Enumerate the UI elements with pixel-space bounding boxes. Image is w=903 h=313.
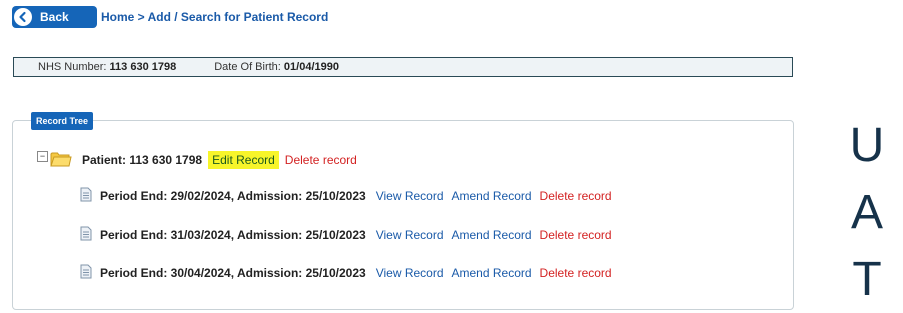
document-icon — [80, 226, 92, 244]
back-label: Back — [40, 10, 69, 24]
record-tree-title: Record Tree — [31, 112, 94, 130]
period-row: Period End: 30/04/2024, Admission: 25/10… — [80, 264, 612, 282]
collapse-toggle-icon[interactable]: − — [37, 150, 48, 162]
view-record-link[interactable]: View Record — [376, 266, 444, 280]
breadcrumb-current: Add / Search for Patient Record — [147, 10, 329, 24]
patient-label: Patient: 113 630 1798 — [82, 153, 203, 167]
breadcrumb: Home > Add / Search for Patient Record — [101, 10, 328, 24]
amend-record-link[interactable]: Amend Record — [452, 189, 532, 203]
delete-record-link[interactable]: Delete record — [540, 228, 612, 242]
dob-value: 01/04/1990 — [283, 61, 339, 73]
view-record-link[interactable]: View Record — [376, 228, 444, 242]
period-row: Period End: 29/02/2024, Admission: 25/10… — [80, 187, 612, 205]
amend-record-link[interactable]: Amend Record — [452, 266, 532, 280]
delete-record-link[interactable]: Delete record — [540, 189, 612, 203]
watermark-letter: A — [850, 186, 883, 239]
watermark-letter: U — [849, 119, 885, 172]
period-row: Period End: 31/03/2024, Admission: 25/10… — [80, 226, 612, 244]
nhs-number-label: NHS Number: — [38, 61, 110, 73]
breadcrumb-home[interactable]: Home — [101, 10, 134, 24]
breadcrumb-separator: > — [134, 10, 148, 24]
edit-record-link[interactable]: Edit Record — [208, 151, 279, 169]
amend-record-link[interactable]: Amend Record — [452, 228, 532, 242]
watermark-letter: T — [852, 253, 882, 306]
delete-record-link[interactable]: Delete record — [540, 266, 612, 280]
document-icon — [80, 187, 92, 205]
back-button[interactable]: Back — [12, 6, 97, 28]
uat-environment-watermark: U A T — [847, 112, 887, 313]
patient-node: − Patient: 113 630 1798 Edit Record Dele… — [37, 150, 357, 170]
period-label: Period End: 30/04/2024, Admission: 25/10… — [100, 266, 366, 280]
dob-label: Date Of Birth: — [214, 61, 284, 73]
period-label: Period End: 29/02/2024, Admission: 25/10… — [100, 189, 366, 203]
view-record-link[interactable]: View Record — [376, 189, 444, 203]
patient-info-bar: NHS Number: 113 630 1798 Date Of Birth: … — [13, 57, 793, 77]
period-label: Period End: 31/03/2024, Admission: 25/10… — [100, 228, 366, 242]
chevron-left-icon — [14, 8, 32, 26]
folder-icon — [50, 150, 72, 171]
nhs-number-value: 113 630 1798 — [109, 61, 177, 73]
document-icon — [80, 264, 92, 282]
delete-patient-record-link[interactable]: Delete record — [285, 153, 357, 167]
